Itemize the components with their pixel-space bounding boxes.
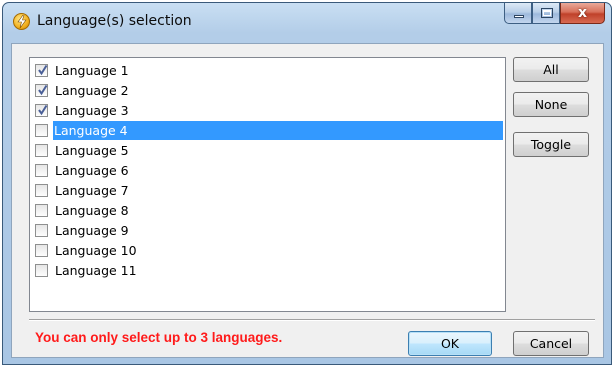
- language-label: Language 4: [53, 121, 503, 140]
- list-item[interactable]: Language 8: [32, 201, 501, 220]
- language-checkbox[interactable]: [35, 144, 48, 157]
- footer-separator: [29, 319, 595, 321]
- window-title: Language(s) selection: [37, 13, 192, 29]
- list-item[interactable]: Language 5: [32, 141, 501, 160]
- list-item[interactable]: Language 11: [32, 261, 501, 280]
- language-checkbox[interactable]: [35, 264, 48, 277]
- language-checkbox[interactable]: [35, 244, 48, 257]
- language-label: Language 9: [55, 223, 129, 238]
- language-label: Language 6: [55, 163, 129, 178]
- dialog-window: Language(s) selection x Language 1 Langua…: [2, 2, 612, 365]
- close-icon: x: [577, 5, 588, 21]
- language-checkbox[interactable]: [35, 204, 48, 217]
- checkmark-icon: [38, 104, 48, 116]
- language-listbox[interactable]: Language 1 Language 2 Language 3 Language 4…: [29, 57, 506, 312]
- list-item[interactable]: Language 6: [32, 161, 501, 180]
- caption-buttons: x: [504, 3, 605, 25]
- none-button[interactable]: None: [513, 92, 589, 117]
- ok-button[interactable]: OK: [408, 331, 492, 356]
- language-label: Language 5: [55, 143, 129, 158]
- language-checkbox[interactable]: [35, 164, 48, 177]
- close-button[interactable]: x: [560, 3, 605, 24]
- language-checkbox[interactable]: [35, 124, 48, 137]
- list-item[interactable]: Language 1: [32, 61, 501, 80]
- checkmark-icon: [38, 84, 48, 96]
- minimize-button[interactable]: [504, 3, 532, 24]
- language-checkbox[interactable]: [35, 104, 48, 117]
- language-label: Language 3: [55, 103, 129, 118]
- language-checkbox[interactable]: [35, 184, 48, 197]
- list-item[interactable]: Language 7: [32, 181, 501, 200]
- list-item[interactable]: Language 10: [32, 241, 501, 260]
- checkmark-icon: [38, 64, 48, 76]
- list-item[interactable]: Language 3: [32, 101, 501, 120]
- lightning-icon: [13, 13, 30, 30]
- toggle-button[interactable]: Toggle: [513, 132, 589, 157]
- language-label: Language 7: [55, 183, 129, 198]
- language-label: Language 2: [55, 83, 129, 98]
- language-label: Language 11: [55, 263, 137, 278]
- minimize-icon: [514, 15, 524, 18]
- language-checkbox[interactable]: [35, 84, 48, 97]
- selection-limit-warning: You can only select up to 3 languages.: [35, 330, 283, 345]
- maximize-button[interactable]: [532, 3, 560, 24]
- dialog-body: Language 1 Language 2 Language 3 Language 4…: [11, 43, 604, 358]
- language-label: Language 10: [55, 243, 137, 258]
- language-checkbox[interactable]: [35, 64, 48, 77]
- cancel-button[interactable]: Cancel: [513, 331, 589, 356]
- list-item[interactable]: Language 4: [32, 121, 503, 140]
- language-checkbox[interactable]: [35, 224, 48, 237]
- language-label: Language 8: [55, 203, 129, 218]
- list-item[interactable]: Language 2: [32, 81, 501, 100]
- all-button[interactable]: All: [513, 57, 589, 82]
- title-bar[interactable]: Language(s) selection x: [3, 3, 611, 43]
- list-item[interactable]: Language 9: [32, 221, 501, 240]
- language-label: Language 1: [55, 63, 129, 78]
- maximize-icon: [541, 8, 553, 18]
